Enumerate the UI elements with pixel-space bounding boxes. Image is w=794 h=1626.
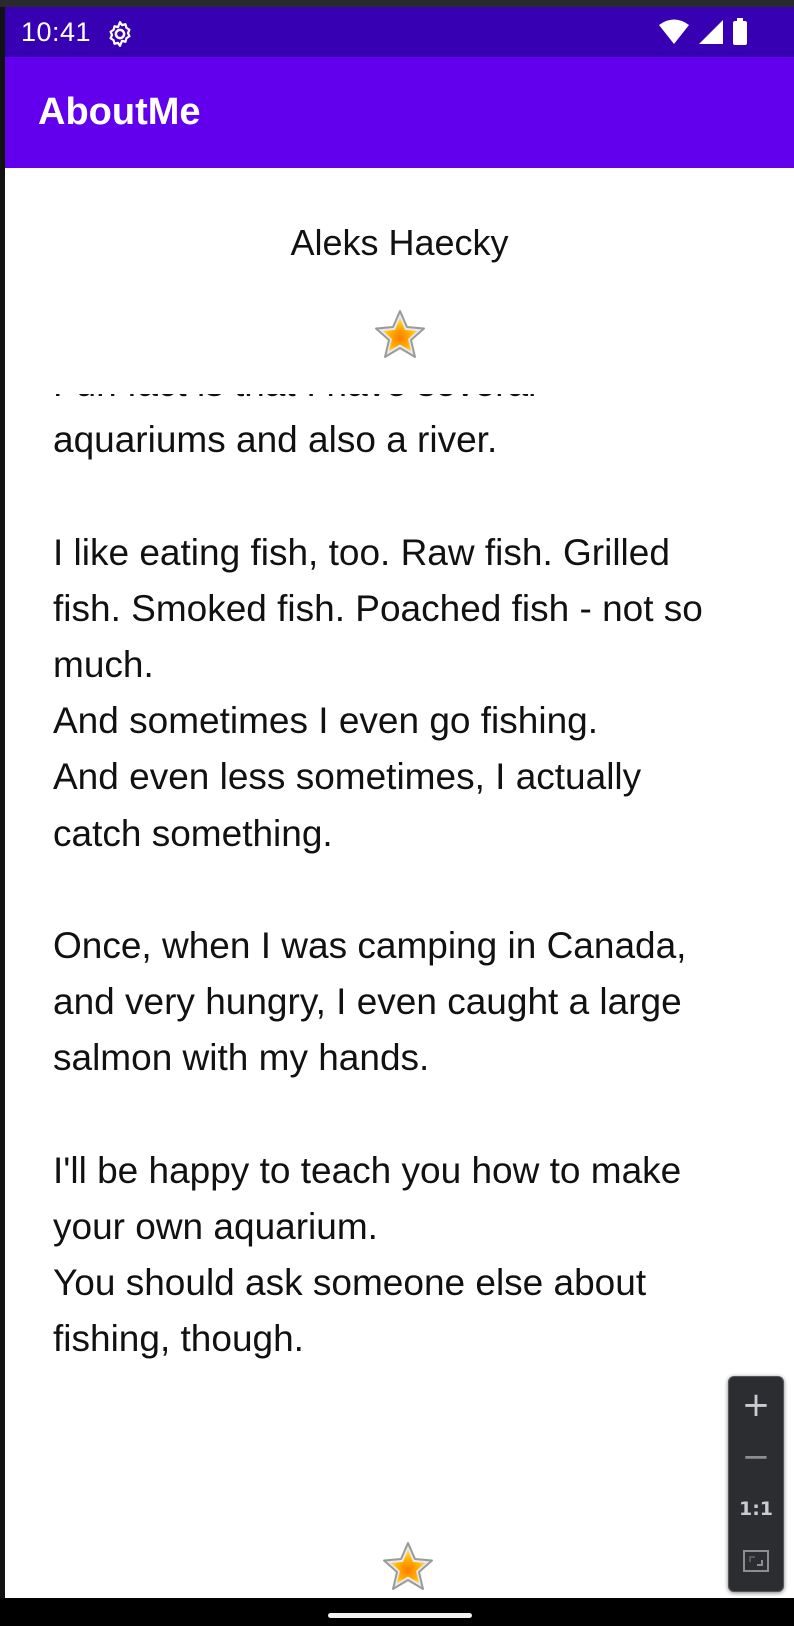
status-bar: 10:41 bbox=[5, 7, 794, 57]
fit-screen-icon bbox=[743, 1550, 769, 1572]
zoom-out-button[interactable]: − bbox=[729, 1431, 783, 1483]
app-title: AboutMe bbox=[38, 91, 201, 133]
device-frame bbox=[0, 0, 794, 7]
battery-icon bbox=[733, 18, 747, 45]
navigation-bar bbox=[0, 1598, 794, 1626]
zoom-in-button[interactable]: + bbox=[729, 1379, 783, 1431]
emulator-screen: 10:41 AboutMe Aleks Haecky aquariums and… bbox=[0, 0, 794, 1626]
status-icons bbox=[658, 17, 748, 47]
bio-scroll-view[interactable]: Fun fact is that I have several aquarium… bbox=[5, 394, 794, 1540]
fit-screen-button[interactable] bbox=[729, 1535, 783, 1587]
bio-text: Fun fact is that I have several aquarium… bbox=[53, 394, 703, 1360]
wifi-icon bbox=[659, 19, 689, 44]
zoom-controls: + − 1:1 bbox=[728, 1376, 784, 1592]
status-time: 10:41 bbox=[21, 17, 92, 47]
name-text[interactable]: Aleks Haecky bbox=[5, 222, 794, 264]
home-gesture-handle[interactable] bbox=[328, 1613, 472, 1618]
actual-size-button[interactable]: 1:1 bbox=[729, 1483, 783, 1535]
star-icon bbox=[375, 310, 425, 358]
cell-signal-icon bbox=[699, 20, 723, 44]
star-icon bbox=[383, 1542, 433, 1590]
app-bar: AboutMe bbox=[5, 57, 794, 168]
settings-icon bbox=[109, 21, 131, 47]
main-content: Aleks Haecky Fun fact is that I have sev… bbox=[5, 168, 794, 1598]
